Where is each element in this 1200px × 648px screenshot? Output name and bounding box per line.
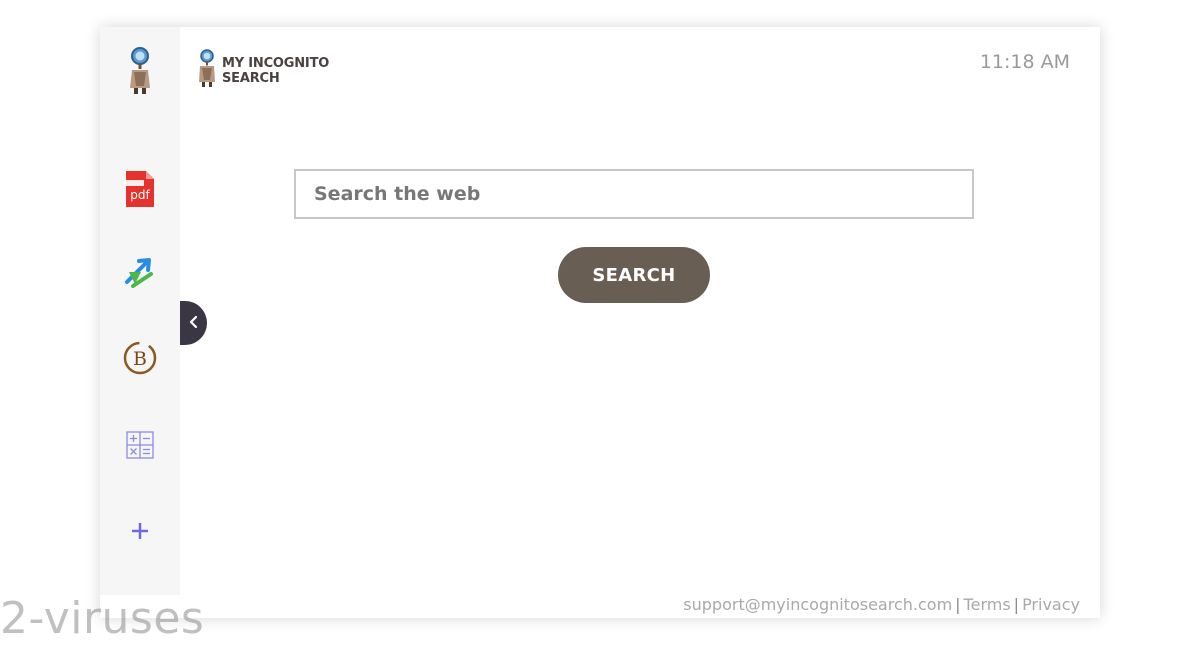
bitcoin-icon[interactable]: B — [120, 336, 160, 380]
support-email-link[interactable]: support@myincognitosearch.com — [683, 595, 952, 614]
terms-link[interactable]: Terms — [964, 595, 1011, 614]
footer-separator: | — [1013, 595, 1020, 614]
svg-text:B: B — [133, 348, 147, 370]
calculator-icon[interactable] — [120, 423, 160, 467]
pdf-icon[interactable]: pdf — [120, 167, 160, 211]
svg-text:pdf: pdf — [130, 188, 150, 202]
brand-name: MY INCOGNITO SEARCH — [222, 56, 329, 86]
clock: 11:18 AM — [979, 51, 1070, 73]
brand-logo[interactable]: MY INCOGNITO SEARCH — [196, 49, 329, 93]
search-button[interactable]: SEARCH — [558, 247, 710, 303]
search-input[interactable] — [294, 169, 974, 219]
brand-name-line2: SEARCH — [222, 71, 280, 86]
chevron-left-icon — [189, 314, 199, 333]
converter-arrows-icon[interactable] — [120, 251, 160, 295]
new-tab-panel: pdf B MY INCOGNITO SEARCH 11:18 AM Searc… — [100, 27, 1100, 618]
brand-name-line1: MY INCOGNITO — [222, 56, 330, 71]
footer-links: support@myincognitosearch.com | Terms | Priv… — [683, 595, 1080, 614]
footer-separator: | — [955, 595, 961, 614]
add-icon[interactable] — [120, 509, 160, 553]
watermark: 2-viruses — [0, 593, 205, 644]
detective-logo-icon[interactable] — [120, 47, 160, 94]
sidebar-collapse-button[interactable] — [180, 301, 207, 345]
detective-logo-icon — [196, 49, 218, 93]
sidebar: pdf B — [100, 27, 180, 595]
privacy-link[interactable]: Privacy — [1022, 595, 1080, 614]
